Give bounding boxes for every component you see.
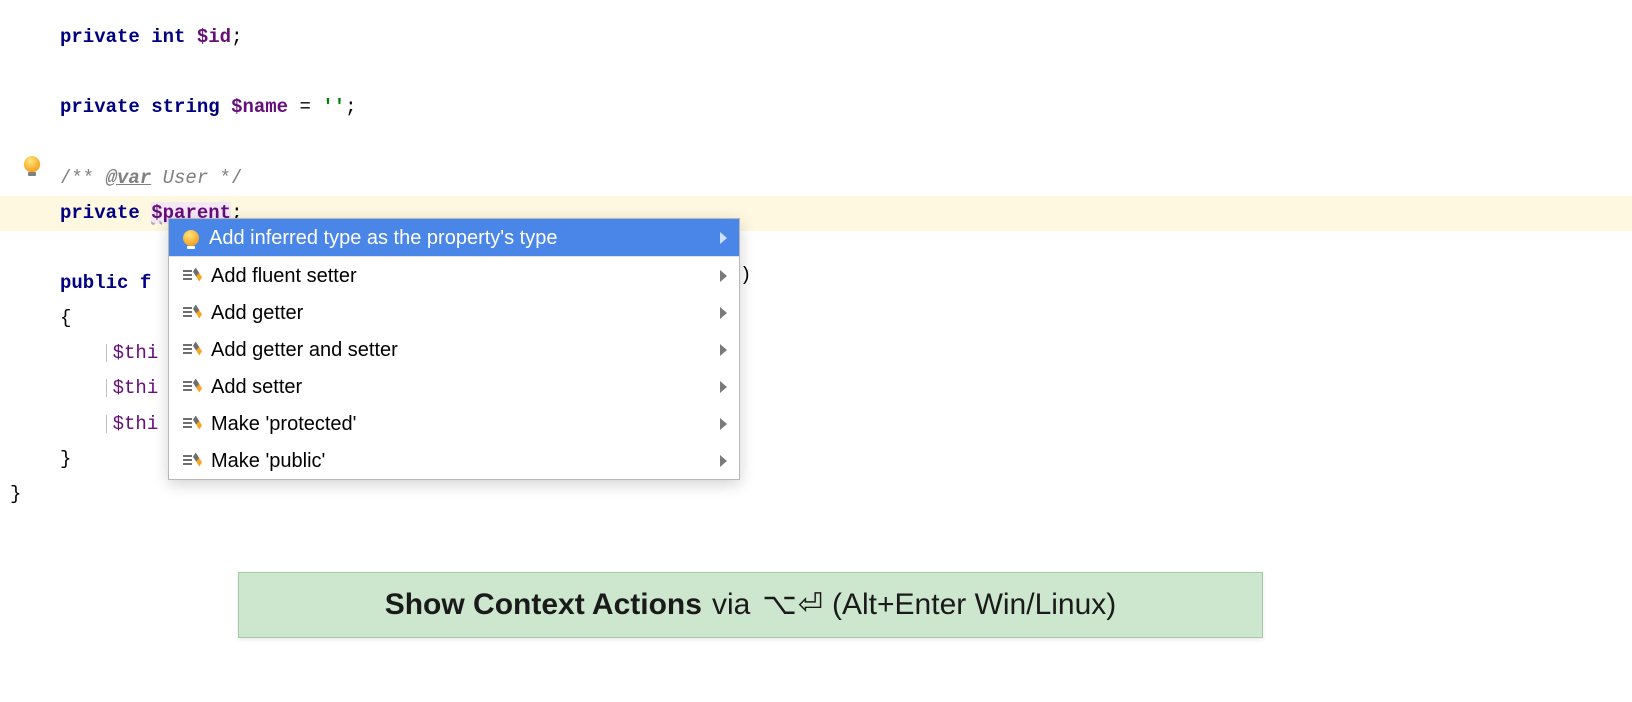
popup-item-add-getter[interactable]: Add getter [169, 294, 739, 331]
type-string: string [151, 96, 219, 118]
var-id: $id [197, 26, 231, 48]
var-this: $thi [113, 413, 159, 435]
chevron-right-icon [720, 307, 727, 319]
outer-brace-close: } [0, 477, 1632, 512]
bulb-icon [183, 230, 199, 246]
hint-title: Show Context Actions [385, 577, 702, 633]
context-actions-popup: Add inferred type as the property's type… [168, 218, 740, 480]
code-fragment-behind-popup: ) [740, 258, 751, 293]
keyword-public: public [60, 272, 128, 294]
popup-item-label: Add getter and setter [211, 340, 710, 360]
doc-comment-line: /** @var User */ [0, 161, 1632, 196]
keyword-private: private [60, 202, 140, 224]
pen-icon [183, 453, 201, 469]
hint-banner: Show Context Actions via ⌥⏎ (Alt+Enter W… [238, 572, 1263, 638]
popup-item-label: Add setter [211, 377, 710, 397]
hint-via: via [712, 577, 750, 633]
chevron-right-icon [720, 381, 727, 393]
doc-comment: /** @var User */ [60, 167, 242, 189]
indent-guide [106, 415, 107, 433]
indent-guide [106, 379, 107, 397]
popup-item-make-protected[interactable]: Make 'protected' [169, 405, 739, 442]
popup-item-label: Add fluent setter [211, 266, 710, 286]
popup-item-add-getter-setter[interactable]: Add getter and setter [169, 331, 739, 368]
popup-item-add-setter[interactable]: Add setter [169, 368, 739, 405]
popup-item-label: Add getter [211, 303, 710, 323]
chevron-right-icon [720, 232, 727, 244]
keyword-function: f [140, 272, 151, 294]
chevron-right-icon [720, 344, 727, 356]
hint-shortcut: ⌥⏎ [762, 577, 824, 633]
chevron-right-icon [720, 270, 727, 282]
indent-guide [106, 344, 107, 362]
popup-item-label: Add inferred type as the property's type [209, 228, 710, 248]
intention-bulb-icon[interactable] [24, 156, 42, 174]
doc-tag-var: @var [106, 167, 152, 189]
code-line: private int $id; [0, 20, 1632, 55]
chevron-right-icon [720, 455, 727, 467]
pen-icon [183, 305, 201, 321]
pen-icon [183, 342, 201, 358]
blank-line [0, 125, 1632, 160]
string-literal: '' [322, 96, 345, 118]
popup-item-add-fluent-setter[interactable]: Add fluent setter [169, 257, 739, 294]
keyword-private: private [60, 96, 140, 118]
bulb-icon [24, 156, 40, 172]
var-name: $name [231, 96, 288, 118]
type-int: int [151, 26, 185, 48]
blank-line [0, 55, 1632, 90]
doc-class: User [151, 167, 219, 189]
popup-item-label: Make 'public' [211, 451, 710, 471]
code-line: private string $name = ''; [0, 90, 1632, 125]
popup-item-label: Make 'protected' [211, 414, 710, 434]
var-this: $thi [113, 342, 159, 364]
popup-item-add-inferred-type[interactable]: Add inferred type as the property's type [169, 219, 739, 256]
var-this: $thi [113, 377, 159, 399]
chevron-right-icon [720, 418, 727, 430]
pen-icon [183, 416, 201, 432]
pen-icon [183, 379, 201, 395]
pen-icon [183, 268, 201, 284]
keyword-private: private [60, 26, 140, 48]
popup-item-make-public[interactable]: Make 'public' [169, 442, 739, 479]
hint-alt-shortcut: (Alt+Enter Win/Linux) [832, 577, 1116, 633]
